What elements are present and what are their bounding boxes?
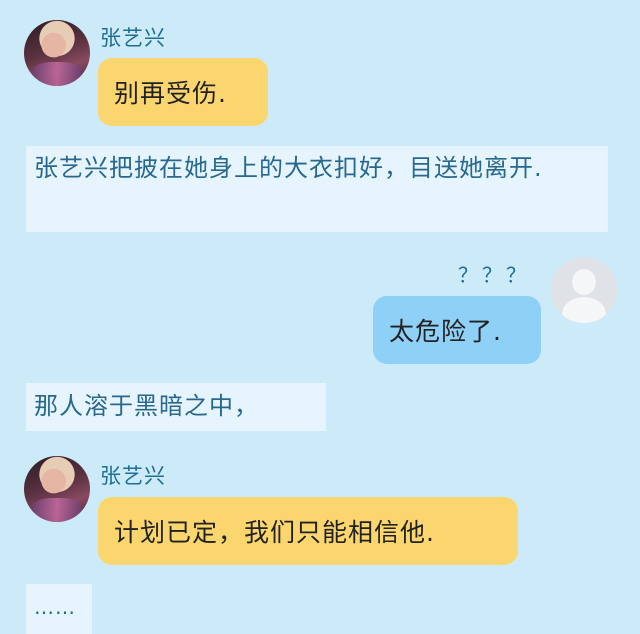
message-bubble[interactable]: 太危险了. xyxy=(373,296,541,364)
avatar-zhang-yixing[interactable] xyxy=(24,456,90,522)
default-avatar-icon[interactable] xyxy=(551,257,617,323)
message-bubble[interactable]: 别再受伤. xyxy=(98,58,268,126)
narration-text: 那人溶于黑暗之中， xyxy=(26,383,326,431)
avatar-body-shape xyxy=(562,297,606,323)
speaker-name: 张艺兴 xyxy=(100,26,166,50)
message-bubble[interactable]: 计划已定，我们只能相信他. xyxy=(98,497,518,565)
avatar-head-shape xyxy=(572,269,596,295)
avatar-zhang-yixing[interactable] xyxy=(24,20,90,86)
narration-text: 张艺兴把披在她身上的大衣扣好，目送她离开. xyxy=(26,146,608,232)
narration-text: …… xyxy=(26,584,92,634)
speaker-name: 张艺兴 xyxy=(100,464,166,488)
speaker-name: ？？？ xyxy=(458,263,530,287)
